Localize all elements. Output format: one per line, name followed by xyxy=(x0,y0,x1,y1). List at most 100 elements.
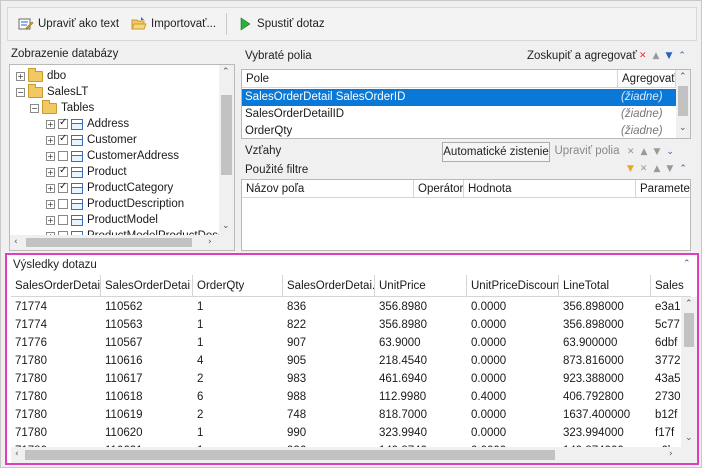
results-row[interactable]: 71780 110620 1 990 323.9940 0.0000 323.994000 f… xyxy=(11,424,691,442)
table-checkbox[interactable] xyxy=(58,133,68,145)
scroll-up-arrow-icon[interactable]: ⌃ xyxy=(222,67,230,77)
table-checkbox[interactable] xyxy=(58,165,68,177)
move-down-icon[interactable]: ▼ xyxy=(665,51,672,61)
tree-item[interactable]: + CustomerAddress xyxy=(46,148,179,164)
column-header-operator[interactable]: Operátor xyxy=(414,180,464,197)
move-up-icon[interactable]: ▲ xyxy=(653,51,660,61)
aggregate-cell[interactable]: (žiadne) xyxy=(618,123,676,138)
collapse-icon[interactable]: ⌃ xyxy=(679,164,687,174)
results-column-header[interactable]: SalesOrderDetai... xyxy=(283,275,375,296)
results-row[interactable]: 71780 110617 2 983 461.6940 0.0000 923.388000 4… xyxy=(11,370,691,388)
tree-item[interactable]: + Product xyxy=(46,164,127,180)
results-column-header[interactable]: UnitPrice xyxy=(375,275,467,296)
aggregate-cell[interactable]: (žiadne) xyxy=(618,106,676,123)
tree-hscroll-thumb[interactable] xyxy=(26,238,192,247)
tree-item[interactable]: + Customer xyxy=(46,132,137,148)
results-vertical-scrollbar[interactable]: ⌃ ⌄ xyxy=(681,297,697,447)
column-header-field[interactable]: Pole xyxy=(242,70,618,87)
results-row[interactable]: 71780 110616 4 905 218.4540 0.0000 873.816000 3… xyxy=(11,352,691,370)
results-horizontal-scrollbar[interactable]: ‹ › xyxy=(11,447,697,463)
delete-icon[interactable]: ✕ xyxy=(627,147,635,157)
results-column-header[interactable]: OrderQty xyxy=(193,275,283,296)
results-column-header[interactable]: LineTotal xyxy=(559,275,651,296)
move-up-icon[interactable]: ▲ xyxy=(641,147,648,157)
results-row[interactable]: 71774 110562 1 836 356.8980 0.0000 356.898000 e… xyxy=(11,298,691,316)
scroll-down-arrow-icon[interactable]: ⌄ xyxy=(679,123,687,133)
selected-fields-scrollbar[interactable]: ⌃ ⌄ xyxy=(676,70,690,138)
table-checkbox[interactable] xyxy=(58,151,68,161)
collapse-icon[interactable]: ⌃ xyxy=(678,51,686,61)
field-name-cell[interactable]: OrderQty xyxy=(242,123,618,138)
expander-icon[interactable]: + xyxy=(46,183,55,193)
move-down-icon[interactable]: ▼ xyxy=(666,164,673,174)
results-column-header[interactable]: SalesOrderDetai... xyxy=(11,275,101,296)
expander-icon[interactable]: + xyxy=(46,167,55,177)
selected-fields-scroll-thumb[interactable] xyxy=(678,86,688,116)
tree-vertical-scrollbar[interactable]: ⌃ ⌄ xyxy=(219,65,234,235)
results-scroll-thumb[interactable] xyxy=(684,313,694,347)
table-icon xyxy=(71,166,83,178)
field-name-cell[interactable]: SalesOrderDetailID xyxy=(242,106,618,123)
expander-icon[interactable]: + xyxy=(46,151,55,161)
results-row[interactable]: 71780 110619 2 748 818.7000 0.0000 1637.400000… xyxy=(11,406,691,424)
results-cell: 110619 xyxy=(105,409,143,421)
scroll-right-arrow-icon[interactable]: › xyxy=(208,237,212,247)
column-header-value[interactable]: Hodnota xyxy=(464,180,636,197)
expander-icon[interactable]: − xyxy=(30,103,39,113)
delete-icon[interactable]: ✕ xyxy=(639,51,647,61)
column-header-field-name[interactable]: Názov poľa xyxy=(242,180,414,197)
results-row[interactable]: 71774 110563 1 822 356.8980 0.0000 356.898000 5… xyxy=(11,316,691,334)
collapse-icon[interactable]: ⌄ xyxy=(666,147,674,157)
edit-fields-button[interactable]: Upraviť polia xyxy=(554,142,620,162)
results-row[interactable]: 71780 110618 6 988 112.9980 0.4000 406.792800 2… xyxy=(11,388,691,406)
scroll-left-arrow-icon[interactable]: ‹ xyxy=(15,449,19,459)
scroll-up-arrow-icon[interactable]: ⌃ xyxy=(685,299,693,309)
tree-item[interactable]: + ProductModel xyxy=(46,212,158,228)
expander-icon[interactable]: − xyxy=(16,87,25,97)
scroll-right-arrow-icon[interactable]: › xyxy=(669,449,673,459)
scroll-left-arrow-icon[interactable]: ‹ xyxy=(14,237,18,247)
scroll-down-arrow-icon[interactable]: ⌄ xyxy=(685,433,693,443)
group-aggregate-toggle[interactable]: Zoskupiť a agregovať xyxy=(527,50,637,62)
aggregate-cell[interactable]: (žiadne) xyxy=(618,89,676,106)
tree-scroll-thumb[interactable] xyxy=(221,95,232,175)
run-query-button[interactable]: Spustiť dotaz xyxy=(231,12,331,36)
results-column-header[interactable]: Sales xyxy=(651,275,691,296)
scroll-down-arrow-icon[interactable]: ⌄ xyxy=(222,221,230,231)
tree-item[interactable]: − Tables xyxy=(30,99,94,116)
tree-item[interactable]: + ProductCategory xyxy=(46,180,173,196)
tree-horizontal-scrollbar[interactable]: ‹ › xyxy=(10,235,234,250)
auto-detect-button[interactable]: Automatické zistenie xyxy=(442,142,550,162)
expander-icon[interactable]: + xyxy=(46,135,55,145)
expander-icon[interactable]: + xyxy=(16,71,25,81)
selected-field-row[interactable]: SalesOrderDetail SalesOrderID (žiadne) xyxy=(242,89,676,106)
tree-item[interactable]: − SalesLT xyxy=(16,83,88,100)
field-name-cell[interactable]: SalesOrderDetail SalesOrderID xyxy=(242,89,618,106)
results-column-header[interactable]: UnitPriceDiscount xyxy=(467,275,559,296)
add-filter-icon[interactable]: ▼ xyxy=(627,164,634,174)
expander-icon[interactable]: + xyxy=(46,199,55,209)
expander-icon[interactable]: + xyxy=(46,215,55,225)
column-header-parameter[interactable]: Parameter xyxy=(636,180,690,197)
scroll-up-arrow-icon[interactable]: ⌃ xyxy=(679,72,687,82)
selected-field-row[interactable]: SalesOrderDetailID (žiadne) xyxy=(242,106,676,123)
column-header-aggregate[interactable]: Agregovať xyxy=(618,70,676,87)
delete-icon[interactable]: ✕ xyxy=(640,164,648,174)
move-up-icon[interactable]: ▲ xyxy=(653,164,660,174)
tree-item[interactable]: + dbo xyxy=(16,67,66,84)
expander-icon[interactable]: + xyxy=(46,119,55,129)
results-column-header[interactable]: SalesOrderDetai xyxy=(101,275,193,296)
move-down-icon[interactable]: ▼ xyxy=(653,147,660,157)
table-checkbox[interactable] xyxy=(58,199,68,209)
results-hscroll-thumb[interactable] xyxy=(25,450,555,460)
edit-as-text-button[interactable]: Upraviť ako text xyxy=(12,12,125,36)
results-row[interactable]: 71776 110567 1 907 63.9000 0.0000 63.900000 6db… xyxy=(11,334,691,352)
collapse-icon[interactable]: ⌃ xyxy=(683,259,691,269)
table-checkbox[interactable] xyxy=(58,181,68,193)
import-button[interactable]: Importovať... xyxy=(125,12,222,36)
table-checkbox[interactable] xyxy=(58,117,68,129)
tree-item[interactable]: + Address xyxy=(46,116,129,132)
selected-field-row[interactable]: OrderQty (žiadne) xyxy=(242,123,676,138)
tree-item[interactable]: + ProductDescription xyxy=(46,196,184,212)
table-checkbox[interactable] xyxy=(58,215,68,225)
